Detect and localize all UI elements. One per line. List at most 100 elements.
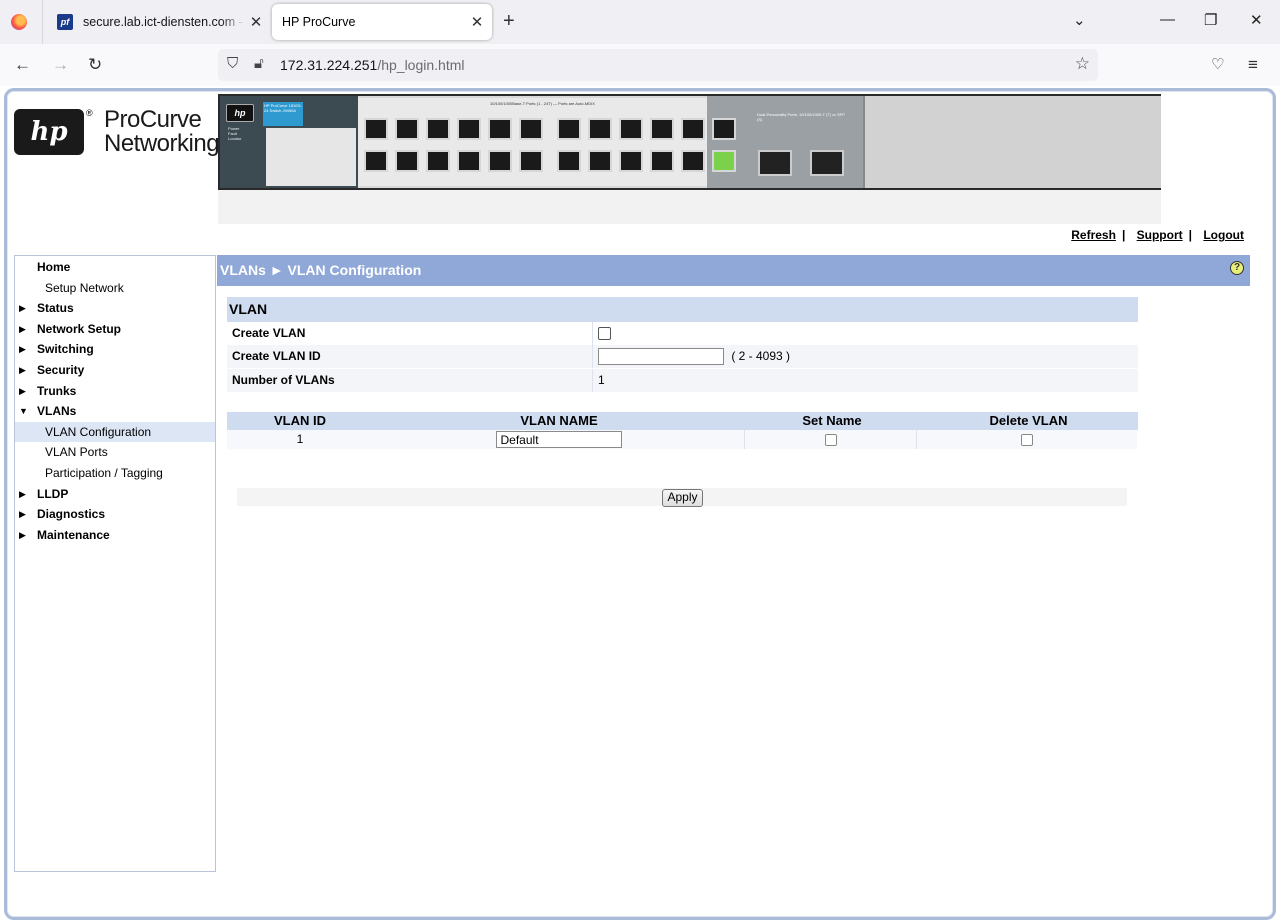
switch-port	[364, 118, 388, 140]
vlan-name-input[interactable]: Default	[495, 431, 622, 449]
sidebar-item-trunks[interactable]: ▶ Trunks	[15, 381, 215, 401]
switch-port	[588, 150, 612, 172]
sidebar-item-switching[interactable]: ▶ Switching	[15, 339, 215, 359]
vlan-table: VLAN ID VLAN NAME Set Name Delete VLAN 1…	[227, 412, 1138, 450]
sidebar-item-security[interactable]: ▶ Security	[15, 360, 215, 380]
logout-link[interactable]: Logout	[1203, 228, 1244, 242]
close-icon[interactable]: ✕	[245, 13, 267, 31]
faceplate-leds: Power Fault Locator	[228, 126, 242, 141]
minimize-icon[interactable]: —	[1160, 11, 1175, 28]
set-name-cell	[745, 430, 917, 449]
help-icon[interactable]: ?	[1230, 261, 1244, 275]
sidebar-nav: Home Setup Network ▶ Status ▶ Network Setup ▶ S…	[14, 255, 216, 872]
sidebar-item-label: LLDP	[37, 486, 69, 501]
faceplate-port-block	[358, 98, 708, 186]
sidebar-item-participation-tagging[interactable]: Participation / Tagging	[15, 463, 215, 483]
create-vlan-label: Create VLAN	[232, 326, 306, 340]
vlan-id-cell: 1	[227, 430, 374, 449]
forward-arrow-icon[interactable]: →	[52, 55, 69, 75]
set-name-checkbox[interactable]	[824, 433, 837, 446]
pfsense-icon: pf	[57, 14, 73, 30]
switch-port	[681, 118, 705, 140]
restore-icon[interactable]: ❐	[1204, 11, 1217, 29]
browser-tab-bar: pf secure.lab.ict-diensten.com - St ✕ HP…	[0, 0, 1280, 44]
switch-port	[588, 118, 612, 140]
window-close-icon[interactable]: ✕	[1250, 11, 1263, 29]
reload-icon[interactable]: ↻	[88, 55, 102, 75]
caret-right-icon: ▶	[19, 323, 26, 334]
sidebar-item-label: Network Setup	[37, 321, 122, 336]
sidebar-item-status[interactable]: ▶ Status	[15, 298, 215, 318]
menu-hamburger-icon[interactable]: ≡	[1248, 55, 1258, 75]
caret-right-icon: ▶	[19, 509, 26, 520]
switch-port	[457, 118, 481, 140]
tab-title: HP ProCurve	[282, 15, 356, 29]
faceplate-led-legend	[266, 128, 356, 186]
sidebar-item-network-setup[interactable]: ▶ Network Setup	[15, 319, 215, 339]
sidebar-item-diagnostics[interactable]: ▶ Diagnostics	[15, 504, 215, 524]
sidebar-item-maintenance[interactable]: ▶ Maintenance	[15, 525, 215, 545]
sidebar-item-label: Setup Network	[45, 280, 124, 295]
create-vlan-id-label: Create VLAN ID	[232, 349, 321, 363]
sidebar-item-label: Trunks	[37, 383, 77, 398]
pocket-icon[interactable]: ♡	[1211, 55, 1224, 73]
insecure-lock-icon[interactable]: 🔓︎	[254, 55, 264, 72]
firefox-icon[interactable]	[11, 14, 27, 30]
tab-pfsense[interactable]: pf secure.lab.ict-diensten.com - St ✕	[42, 0, 271, 44]
switch-port	[395, 118, 419, 140]
switch-port	[426, 118, 450, 140]
vlan-section-title: VLAN	[227, 297, 1138, 322]
caret-down-icon: ▼	[19, 406, 28, 417]
sidebar-item-vlans[interactable]: ▼ VLANs	[15, 401, 215, 421]
col-delete-vlan: Delete VLAN	[919, 412, 1138, 430]
caret-right-icon: ▶	[19, 529, 26, 540]
shield-icon[interactable]: ⛉	[227, 55, 238, 72]
back-arrow-icon[interactable]: ←	[14, 55, 31, 75]
vlan-settings-panel: VLAN Create VLAN Create VLAN ID ( 2 - 40…	[227, 297, 1138, 394]
create-vlan-checkbox[interactable]	[598, 327, 611, 341]
switch-port	[619, 118, 643, 140]
list-tabs-chevron-icon[interactable]: ⌄	[1073, 11, 1086, 29]
faceplate-ports-caption: 10/100/1000Base-T Ports (1 - 24T) — Port…	[490, 101, 595, 106]
delete-vlan-checkbox[interactable]	[1021, 433, 1033, 446]
sidebar-item-setup-network[interactable]: Setup Network	[15, 278, 215, 298]
refresh-link[interactable]: Refresh	[1071, 228, 1116, 242]
apply-button[interactable]: Apply	[662, 489, 703, 507]
faceplate-blank	[863, 96, 1161, 188]
caret-right-icon: ▶	[19, 365, 26, 375]
tab-hp-procurve[interactable]: HP ProCurve ✕	[272, 4, 492, 40]
switch-port	[557, 150, 581, 172]
switch-port	[650, 150, 674, 172]
create-vlan-id-input[interactable]	[598, 348, 724, 366]
sidebar-item-vlan-configuration[interactable]: VLAN Configuration	[15, 421, 215, 442]
vlan-id-range-hint: ( 2 - 4093 )	[731, 349, 791, 363]
sidebar-item-lldp[interactable]: ▶ LLDP	[15, 484, 215, 504]
switch-port	[457, 150, 481, 172]
sidebar-item-label: Participation / Tagging	[45, 466, 163, 480]
close-icon[interactable]: ✕	[466, 13, 488, 31]
header-strip	[218, 190, 1161, 224]
caret-right-icon: ▶	[19, 344, 26, 355]
sidebar-item-label: Switching	[37, 342, 94, 357]
support-link[interactable]: Support	[1137, 228, 1183, 242]
sidebar-item-home[interactable]: Home	[15, 257, 215, 277]
switch-port-active	[712, 150, 736, 172]
content-title-bar: VLANs ► VLAN Configuration ?	[217, 255, 1250, 286]
bookmark-star-icon[interactable]: ☆	[1075, 54, 1090, 74]
col-set-name: Set Name	[745, 412, 919, 430]
sidebar-item-label: VLAN Ports	[45, 445, 108, 460]
switch-port	[681, 150, 705, 172]
url-text[interactable]: 172.31.224.251/hp_login.html	[280, 57, 465, 73]
breadcrumb: VLANs ► VLAN Configuration	[220, 262, 422, 278]
number-of-vlans-value: 1	[598, 373, 605, 387]
switch-port	[426, 150, 450, 172]
sidebar-item-vlan-ports[interactable]: VLAN Ports	[15, 442, 215, 462]
registered-mark: ®	[86, 108, 93, 118]
switch-port	[488, 118, 512, 140]
switch-port	[712, 118, 736, 140]
url-bar[interactable]: ⛉ 🔓︎ 172.31.224.251/hp_login.html ☆	[218, 49, 1098, 81]
switch-port	[519, 118, 543, 140]
create-vlan-id-row: Create VLAN ID ( 2 - 4093 )	[227, 345, 1138, 368]
browser-nav-bar: ← → ↻ ⛉ 🔓︎ 172.31.224.251/hp_login.html …	[0, 44, 1280, 87]
new-tab-plus-icon[interactable]: +	[503, 10, 515, 33]
